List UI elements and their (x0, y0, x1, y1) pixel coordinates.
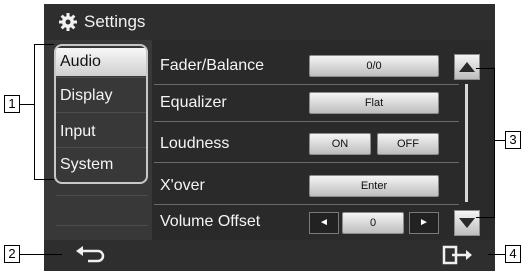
row-divider (154, 204, 459, 205)
scrollbar-track[interactable] (465, 84, 468, 202)
scroll-up-button[interactable] (454, 54, 480, 80)
volume-offset-label: Volume Offset (160, 213, 261, 230)
volume-decrease-button[interactable]: ◄ (309, 212, 339, 234)
sidebar: Audio Display Input System (44, 40, 152, 240)
exit-icon (442, 245, 472, 265)
row-divider (154, 162, 459, 163)
fader-balance-label: Fader/Balance (160, 57, 265, 74)
sidebar-divider (56, 77, 148, 78)
callout-3-bracket (494, 68, 495, 218)
title-bar: Settings (44, 4, 495, 40)
settings-list: Fader/Balance 0/0 Equalizer Flat Loudnes… (154, 40, 495, 240)
loudness-label: Loudness (160, 135, 230, 152)
sidebar-item-display[interactable]: Display (56, 82, 146, 110)
callout-3: 3 (505, 131, 521, 149)
back-button[interactable] (64, 242, 116, 268)
equalizer-button[interactable]: Flat (309, 92, 439, 114)
triangle-down-icon (459, 218, 475, 228)
scroll-down-button[interactable] (454, 210, 480, 236)
loudness-off-button[interactable]: OFF (377, 133, 439, 155)
page-title: Settings (84, 12, 146, 31)
callout-4-line (488, 254, 505, 255)
sidebar-divider (56, 147, 148, 148)
callout-2-line (20, 254, 62, 255)
gear-icon (59, 13, 77, 31)
callout-4: 4 (505, 245, 521, 263)
callout-1-bracket-bottom (34, 179, 54, 180)
callout-1: 1 (4, 95, 20, 113)
exit-button[interactable] (430, 242, 474, 268)
bottom-bar (44, 240, 495, 271)
settings-screen: Settings Audio Display Input System Fade… (44, 4, 495, 271)
sidebar-divider (56, 225, 148, 226)
callout-3-line (495, 140, 505, 141)
row-divider (154, 84, 459, 85)
volume-increase-button[interactable]: ► (409, 212, 439, 234)
row-divider (154, 121, 459, 122)
callout-1-bracket-top (34, 44, 54, 45)
callout-3-bracket-top (476, 68, 495, 69)
volume-offset-value: 0 (342, 212, 404, 234)
callout-3-bracket-bottom (476, 217, 495, 218)
callout-1-line (20, 104, 34, 105)
back-arrow-icon (76, 246, 105, 263)
fader-balance-button[interactable]: 0/0 (309, 55, 439, 77)
xover-enter-button[interactable]: Enter (309, 175, 439, 197)
callout-2: 2 (4, 245, 20, 263)
sidebar-item-input[interactable]: Input (56, 118, 146, 146)
sidebar-item-audio[interactable]: Audio (56, 48, 146, 76)
triangle-up-icon (459, 62, 475, 72)
equalizer-label: Equalizer (160, 94, 227, 111)
loudness-on-button[interactable]: ON (309, 133, 371, 155)
sidebar-item-system[interactable]: System (56, 151, 146, 179)
xover-label: X'over (160, 177, 205, 194)
callout-1-bracket (34, 44, 35, 180)
sidebar-divider (56, 112, 148, 113)
sidebar-divider (56, 195, 148, 196)
